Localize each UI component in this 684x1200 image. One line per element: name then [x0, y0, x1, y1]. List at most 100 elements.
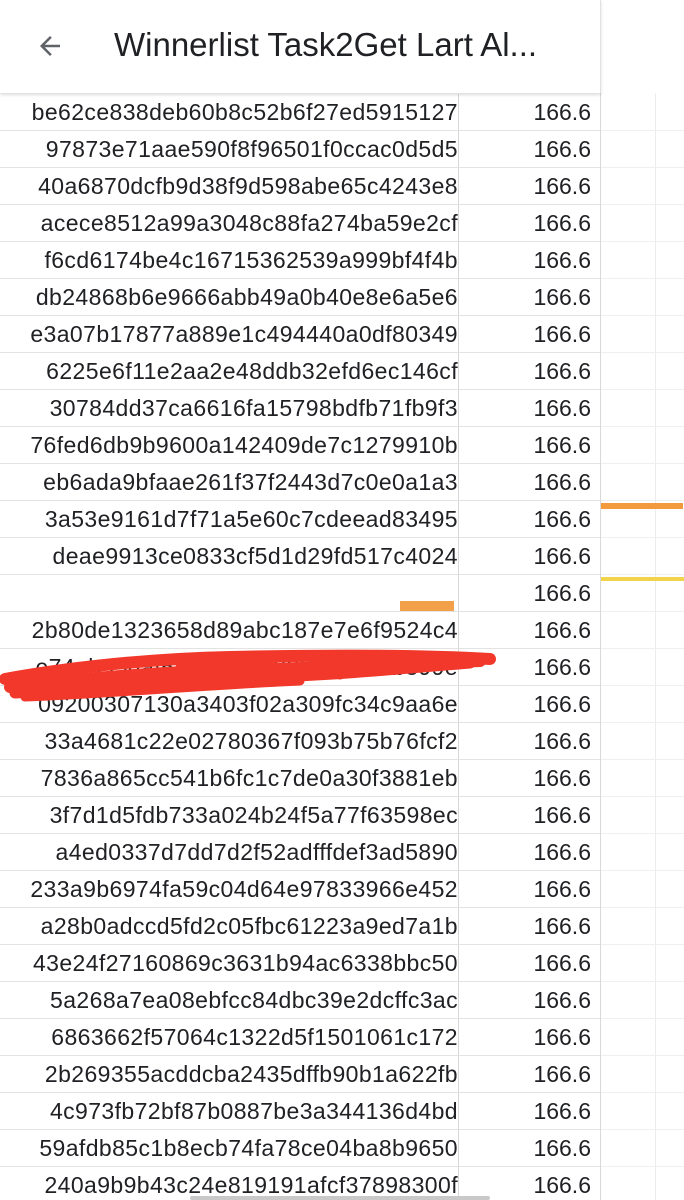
amount-cell[interactable]: 166.6 [459, 945, 591, 981]
hash-cell[interactable]: 6863662f57064c1322d5f1501061c172 [0, 1019, 459, 1055]
hash-cell[interactable]: 09200307130a3403f02a309fc34c9aa6e [0, 686, 459, 722]
hash-cell[interactable]: e3a07b17877a889e1c494440a0df80349 [0, 316, 459, 352]
hash-cell[interactable]: 5a268a7ea08ebfcc84dbc39e2dcffc3ac [0, 982, 459, 1018]
amount-cell[interactable]: 166.6 [459, 797, 591, 833]
table-row[interactable]: deae9913ce0833cf5d1d29fd517c4024 166.6 [0, 538, 600, 575]
highlight-fragment [400, 601, 454, 611]
hash-cell[interactable]: db24868b6e9666abb49a0b40e8e6a5e6 [0, 279, 459, 315]
orange-scroll-marker [601, 503, 683, 509]
amount-cell[interactable]: 166.6 [459, 834, 591, 870]
hash-cell[interactable]: 2b269355acddcba2435dffb90b1a622fb [0, 1056, 459, 1092]
amount-cell[interactable]: 166.6 [459, 1093, 591, 1129]
table-row[interactable]: 2b269355acddcba2435dffb90b1a622fb 166.6 [0, 1056, 600, 1093]
table-row[interactable]: e3a07b17877a889e1c494440a0df80349 166.6 [0, 316, 600, 353]
hash-cell[interactable]: a28b0adccd5fd2c05fbc61223a9ed7a1b [0, 908, 459, 944]
amount-cell[interactable]: 166.6 [459, 1056, 591, 1092]
amount-cell[interactable]: 166.6 [459, 982, 591, 1018]
amount-cell[interactable]: 166.6 [459, 316, 591, 352]
hash-cell[interactable]: 4c973fb72bf87b0887be3a344136d4bd [0, 1093, 459, 1129]
hash-value: 233a9b6974fa59c04d64e97833966e452 [30, 876, 458, 902]
grid-line [601, 204, 684, 205]
grid-line [601, 759, 684, 760]
table-row[interactable]: 2b80de1323658d89abc187e7e6f9524c4 166.6 [0, 612, 600, 649]
table-row[interactable]: 7836a865cc541b6fc1c7de0a30f3881eb 166.6 [0, 760, 600, 797]
hash-cell[interactable]: 7836a865cc541b6fc1c7de0a30f3881eb [0, 760, 459, 796]
amount-cell[interactable]: 166.6 [459, 1130, 591, 1166]
table-row[interactable]: 33a4681c22e02780367f093b75b76fcf2 166.6 [0, 723, 600, 760]
grid-line [601, 870, 684, 871]
table-row[interactable]: eb6ada9bfaae261f37f2443d7c0e0a1a3 166.6 [0, 464, 600, 501]
back-button[interactable] [30, 26, 70, 66]
table-row[interactable]: 4c973fb72bf87b0887be3a344136d4bd 166.6 [0, 1093, 600, 1130]
hash-cell[interactable]: 3f7d1d5fdb733a024b24f5a77f63598ec [0, 797, 459, 833]
amount-cell[interactable]: 166.6 [459, 686, 591, 722]
table-row[interactable]: 3f7d1d5fdb733a024b24f5a77f63598ec 166.6 [0, 797, 600, 834]
amount-cell[interactable]: 166.6 [459, 612, 591, 648]
amount-cell[interactable]: 166.6 [459, 94, 591, 130]
amount-cell[interactable]: 166.6 [459, 279, 591, 315]
cell-grid[interactable]: be62ce838deb60b8c52b6f27ed5915127 166.6 97… [0, 93, 601, 1200]
amount-cell[interactable]: 166.6 [459, 168, 591, 204]
amount-cell[interactable]: 166.6 [459, 242, 591, 278]
sheet-view[interactable]: be62ce838deb60b8c52b6f27ed5915127 166.6 97… [0, 93, 684, 1200]
table-row[interactable]: f6cd6174be4c16715362539a999bf4f4b 166.6 [0, 242, 600, 279]
hash-cell[interactable]: f6cd6174be4c16715362539a999bf4f4b [0, 242, 459, 278]
horizontal-scrollbar[interactable] [190, 1196, 490, 1200]
amount-cell[interactable]: 166.6 [459, 131, 591, 167]
amount-cell[interactable]: 166.6 [459, 427, 591, 463]
table-row[interactable]: a28b0adccd5fd2c05fbc61223a9ed7a1b 166.6 [0, 908, 600, 945]
amount-cell[interactable]: 166.6 [459, 723, 591, 759]
table-row[interactable]: 59afdb85c1b8ecb74fa78ce04ba8b9650 166.6 [0, 1130, 600, 1167]
amount-cell[interactable]: 166.6 [459, 1019, 591, 1055]
hash-cell[interactable]: 59afdb85c1b8ecb74fa78ce04ba8b9650 [0, 1130, 459, 1166]
table-row[interactable]: 76fed6db9b9600a142409de7c1279910b 166.6 [0, 427, 600, 464]
table-row[interactable]: 5a268a7ea08ebfcc84dbc39e2dcffc3ac 166.6 [0, 982, 600, 1019]
hash-cell[interactable]: deae9913ce0833cf5d1d29fd517c4024 [0, 538, 459, 574]
table-row[interactable]: 233a9b6974fa59c04d64e97833966e452 166.6 [0, 871, 600, 908]
amount-cell[interactable]: 166.6 [459, 649, 591, 685]
table-row[interactable]: a4ed0337d7dd7d2f52adfffdef3ad5890 166.6 [0, 834, 600, 871]
amount-cell[interactable]: 166.6 [459, 575, 591, 611]
grid-line [601, 352, 684, 353]
hash-cell[interactable]: eb6ada9bfaae261f37f2443d7c0e0a1a3 [0, 464, 459, 500]
table-row[interactable]: e74ab958af5373ae05f828345e34b899e 166.6 [0, 649, 600, 686]
table-row[interactable]: 3a53e9161d7f71a5e60c7cdeead83495 166.6 [0, 501, 600, 538]
hash-cell[interactable]: 2b80de1323658d89abc187e7e6f9524c4 [0, 612, 459, 648]
hash-cell[interactable]: 233a9b6974fa59c04d64e97833966e452 [0, 871, 459, 907]
hash-cell[interactable]: 30784dd37ca6616fa15798bdfb71fb9f3 [0, 390, 459, 426]
grid-line [601, 426, 684, 427]
hash-cell[interactable]: acece8512a99a3048c88fa274ba59e2cf [0, 205, 459, 241]
hash-cell[interactable]: 6225e6f11e2aa2e48ddb32efd6ec146cf [0, 353, 459, 389]
table-row[interactable]: 40a6870dcfb9d38f9d598abe65c4243e8 166.6 [0, 168, 600, 205]
table-row[interactable]: acece8512a99a3048c88fa274ba59e2cf 166.6 [0, 205, 600, 242]
table-row[interactable]: 6225e6f11e2aa2e48ddb32efd6ec146cf 166.6 [0, 353, 600, 390]
table-row[interactable]: 6863662f57064c1322d5f1501061c172 166.6 [0, 1019, 600, 1056]
amount-cell[interactable]: 166.6 [459, 501, 591, 537]
amount-cell[interactable]: 166.6 [459, 908, 591, 944]
hash-cell[interactable]: 97873e71aae590f8f96501f0ccac0d5d5 [0, 131, 459, 167]
table-row[interactable]: db24868b6e9666abb49a0b40e8e6a5e6 166.6 [0, 279, 600, 316]
hash-cell[interactable]: 43e24f27160869c3631b94ac6338bbc50 [0, 945, 459, 981]
hash-cell[interactable]: a4ed0337d7dd7d2f52adfffdef3ad5890 [0, 834, 459, 870]
hash-cell[interactable]: e74ab958af5373ae05f828345e34b899e [0, 649, 459, 685]
amount-cell[interactable]: 166.6 [459, 871, 591, 907]
table-row-redacted[interactable]: 166.6 [0, 575, 600, 612]
table-row[interactable]: 30784dd37ca6616fa15798bdfb71fb9f3 166.6 [0, 390, 600, 427]
table-row[interactable]: 43e24f27160869c3631b94ac6338bbc50 166.6 [0, 945, 600, 982]
hash-cell[interactable] [0, 575, 459, 611]
table-row[interactable]: 97873e71aae590f8f96501f0ccac0d5d5 166.6 [0, 131, 600, 168]
hash-cell[interactable]: 40a6870dcfb9d38f9d598abe65c4243e8 [0, 168, 459, 204]
amount-cell[interactable]: 166.6 [459, 353, 591, 389]
table-row[interactable]: 09200307130a3403f02a309fc34c9aa6e 166.6 [0, 686, 600, 723]
empty-columns[interactable] [601, 93, 684, 1200]
table-row[interactable]: be62ce838deb60b8c52b6f27ed5915127 166.6 [0, 94, 600, 131]
hash-cell[interactable]: be62ce838deb60b8c52b6f27ed5915127 [0, 94, 459, 130]
amount-cell[interactable]: 166.6 [459, 205, 591, 241]
hash-cell[interactable]: 3a53e9161d7f71a5e60c7cdeead83495 [0, 501, 459, 537]
hash-cell[interactable]: 76fed6db9b9600a142409de7c1279910b [0, 427, 459, 463]
amount-cell[interactable]: 166.6 [459, 538, 591, 574]
hash-cell[interactable]: 33a4681c22e02780367f093b75b76fcf2 [0, 723, 459, 759]
amount-cell[interactable]: 166.6 [459, 464, 591, 500]
amount-cell[interactable]: 166.6 [459, 760, 591, 796]
amount-cell[interactable]: 166.6 [459, 390, 591, 426]
